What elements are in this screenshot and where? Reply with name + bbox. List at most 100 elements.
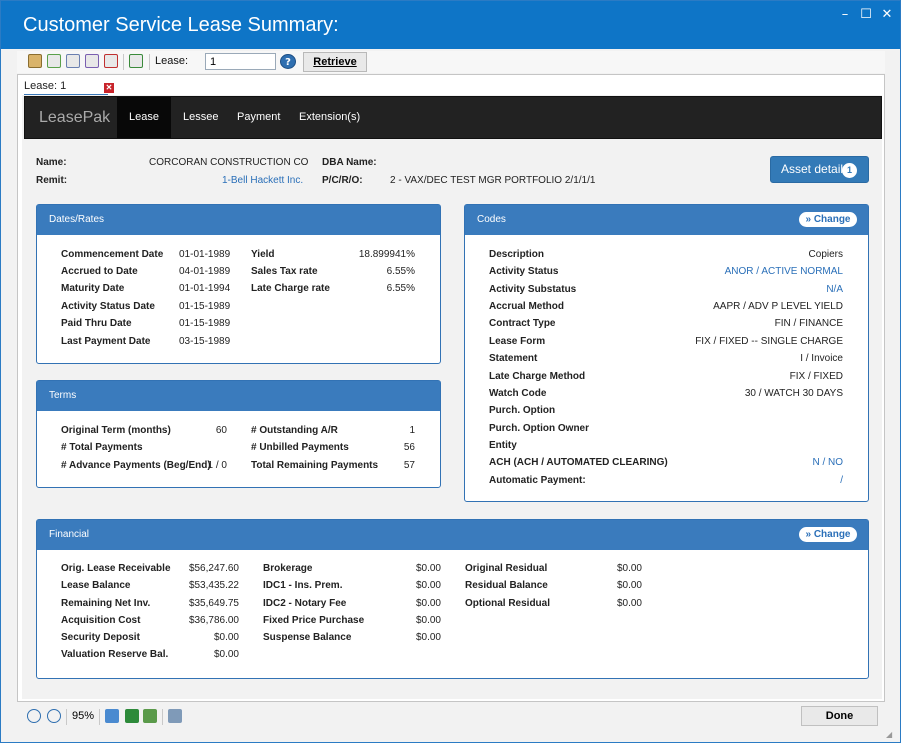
financial-change-button[interactable]: » Change	[799, 527, 857, 542]
code-value: AAPR / ADV P LEVEL YIELD	[713, 301, 843, 312]
field-value: $56,247.60	[188, 563, 239, 574]
codes-change-button[interactable]: » Change	[799, 212, 857, 227]
field-value: $0.00	[415, 598, 441, 609]
help-icon[interactable]: ?	[280, 54, 296, 69]
asset-detail-label: Asset detail	[781, 162, 844, 176]
code-label: Automatic Payment:	[489, 475, 586, 486]
code-label: Purch. Option	[489, 405, 556, 416]
code-label: Activity Substatus	[489, 284, 577, 295]
zoom-in-icon[interactable]	[27, 709, 41, 723]
field-label: # Unbilled Payments	[251, 442, 349, 453]
field-label: Valuation Reserve Bal.	[61, 649, 169, 660]
panel-title: Dates/Rates	[37, 205, 440, 235]
nav-tab-lease[interactable]: Lease	[117, 97, 171, 138]
field-value: 01-15-1989	[179, 318, 231, 329]
lease-summary-page: LeasePak Lease Lessee Payment Extension(…	[22, 95, 882, 699]
field-value: $0.00	[415, 615, 441, 626]
field-label: Residual Balance	[465, 580, 548, 591]
print-record-icon[interactable]	[85, 54, 99, 68]
automatic-payment-link[interactable]: /	[745, 475, 843, 486]
remit-link[interactable]: 1-Bell Hackett Inc.	[222, 175, 303, 186]
field-value: $0.00	[616, 598, 642, 609]
code-label: ACH (ACH / AUTOMATED CLEARING)	[489, 457, 668, 468]
delete-record-icon[interactable]	[104, 54, 118, 68]
minimize-icon[interactable]: –	[837, 7, 853, 22]
resize-grip-icon[interactable]: ◢	[886, 730, 896, 740]
terms-panel: Terms Original Term (months) 60 # Total …	[36, 380, 441, 488]
field-value: $0.00	[213, 632, 239, 643]
print-icon[interactable]	[168, 709, 182, 723]
field-value: 1 / 0	[207, 460, 227, 471]
field-value: 18.899941%	[358, 249, 415, 260]
field-label: Acquisition Cost	[61, 615, 141, 626]
ach-link[interactable]: N / NO	[745, 457, 843, 468]
tab-lease-1[interactable]: Lease: 1 ✕	[24, 80, 114, 96]
field-value: 56	[403, 442, 415, 453]
field-label: Maturity Date	[61, 283, 125, 294]
field-value: $0.00	[415, 580, 441, 591]
status-divider	[99, 709, 100, 725]
grid-view-icon[interactable]	[129, 54, 143, 68]
close-icon[interactable]: ✕	[879, 7, 895, 22]
field-value: 04-01-1989	[179, 266, 231, 277]
export-excel-icon[interactable]	[125, 709, 139, 723]
field-value: $0.00	[213, 649, 239, 660]
content-area: Lease: 1 ✕ LeasePak Lease Lessee Payment…	[17, 74, 885, 702]
code-value: FIX / FIXED	[789, 371, 843, 382]
copy-record-icon[interactable]	[66, 54, 80, 68]
close-tab-icon[interactable]: ✕	[104, 83, 114, 93]
activity-substatus-link[interactable]: N/A	[645, 284, 843, 295]
remit-label: Remit:	[36, 175, 68, 186]
field-label: Lease Balance	[61, 580, 131, 591]
field-value: $53,435.22	[188, 580, 239, 591]
field-value: 01-01-1994	[179, 283, 231, 294]
toolbar-divider	[149, 54, 150, 70]
app-window: Customer Service Lease Summary: – ☐ ✕ Le…	[0, 0, 901, 743]
field-label: Suspense Balance	[263, 632, 352, 643]
field-label: Optional Residual	[465, 598, 551, 609]
field-value: 57	[403, 460, 415, 471]
field-value: 01-01-1989	[179, 249, 231, 260]
status-divider	[162, 709, 163, 725]
field-value: $0.00	[415, 632, 441, 643]
code-label: Activity Status	[489, 266, 559, 277]
zoom-out-icon[interactable]	[47, 709, 61, 723]
code-label: Watch Code	[489, 388, 547, 399]
nav-tab-payment[interactable]: Payment	[225, 97, 292, 138]
toolbar-divider	[123, 54, 124, 70]
brand-logo: LeasePak	[39, 109, 111, 126]
add-record-icon[interactable]	[47, 54, 61, 68]
field-label: # Total Payments	[61, 442, 143, 453]
asset-detail-button[interactable]: Asset detail 1	[770, 156, 869, 183]
status-divider	[66, 709, 67, 725]
field-value: 6.55%	[386, 266, 415, 277]
lease-label: Lease:	[155, 55, 189, 67]
activity-status-link[interactable]: ANOR / ACTIVE NORMAL	[645, 266, 843, 277]
refresh-icon[interactable]	[105, 709, 119, 723]
code-label: Late Charge Method	[489, 371, 586, 382]
lease-number-input[interactable]	[205, 53, 276, 70]
done-button[interactable]: Done	[801, 706, 878, 726]
nav-tab-extensions[interactable]: Extension(s)	[287, 97, 372, 138]
maximize-icon[interactable]: ☐	[858, 7, 874, 22]
open-record-icon[interactable]	[28, 54, 42, 68]
field-label: IDC1 - Ins. Prem.	[263, 580, 343, 591]
code-value: I / Invoice	[800, 353, 843, 364]
nav-tab-lessee[interactable]: Lessee	[171, 97, 230, 138]
export-data-icon[interactable]	[143, 709, 157, 723]
tab-label: Lease: 1	[24, 80, 67, 92]
window-title: Customer Service Lease Summary:	[23, 14, 339, 36]
field-label: Original Term (months)	[61, 425, 171, 436]
field-value: $0.00	[616, 563, 642, 574]
asset-count-badge: 1	[842, 163, 857, 178]
field-label: Late Charge rate	[251, 283, 330, 294]
field-value: $0.00	[616, 580, 642, 591]
field-value: 03-15-1989	[179, 336, 231, 347]
zoom-level: 95%	[72, 710, 95, 722]
panel-title: Terms	[37, 381, 440, 411]
code-label: Contract Type	[489, 318, 556, 329]
field-label: # Outstanding A/R	[251, 425, 338, 436]
retrieve-button[interactable]: Retrieve	[303, 52, 367, 72]
field-label: Fixed Price Purchase	[263, 615, 365, 626]
code-label: Statement	[489, 353, 538, 364]
